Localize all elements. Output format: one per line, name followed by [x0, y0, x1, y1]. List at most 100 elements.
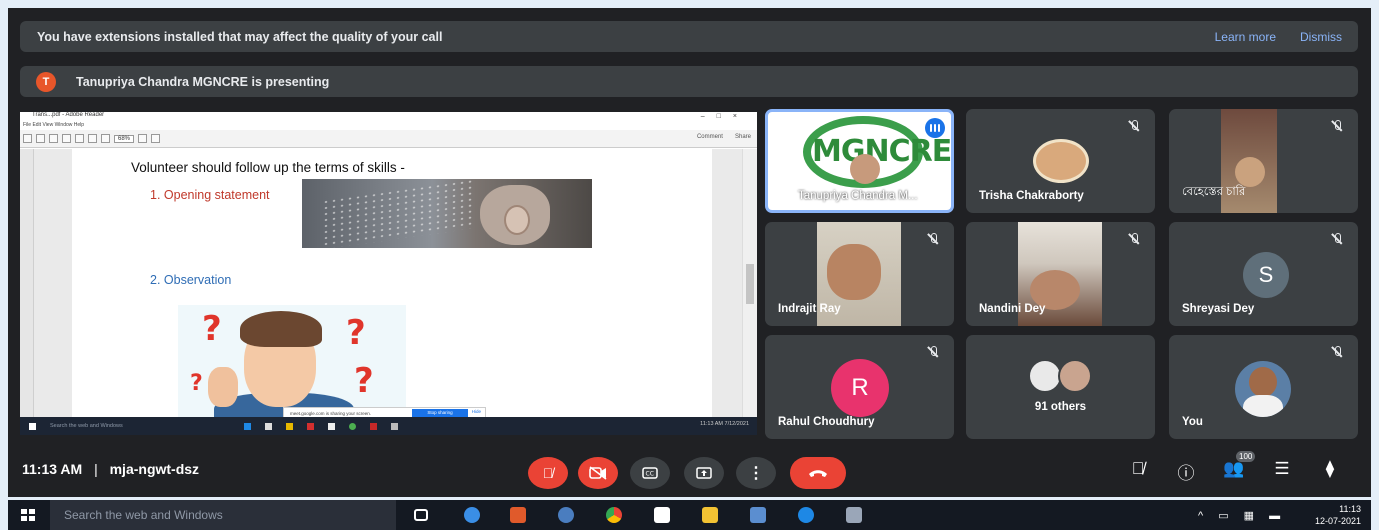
camera-toggle-button[interactable] — [578, 457, 618, 489]
meeting-time: 11:13 AM — [22, 461, 83, 477]
meeting-controls-bar: 11:13 AM | mja-ngwt-dsz 🎙̸ CC ⋮ 🎙̸ ⓘ 👥 1… — [8, 446, 1371, 497]
more-vert-icon: ⋮ — [748, 465, 764, 482]
zoom-out-icon — [88, 134, 97, 143]
file-explorer-icon[interactable] — [702, 507, 718, 523]
mic-off-icon — [1330, 345, 1344, 359]
participant-tile-trisha[interactable]: Trisha Chakraborty — [966, 109, 1155, 213]
self-avatar — [1235, 361, 1291, 417]
office-icon — [307, 422, 314, 430]
mic-off-icon — [1330, 119, 1344, 133]
captions-icon: CC — [642, 467, 658, 479]
slide-item-opening: 1. Opening statement — [150, 188, 270, 202]
hide-button: Hide — [471, 409, 481, 414]
svg-text:CC: CC — [646, 471, 654, 478]
mic-toggle-button[interactable]: 🎙̸ — [528, 457, 568, 489]
participant-name: Shreyasi Dey — [1182, 303, 1255, 315]
more-options-button[interactable]: ⋮ — [736, 457, 776, 489]
taskbar-search[interactable]: Search the web and Windows — [50, 500, 396, 530]
app-icon[interactable] — [464, 507, 480, 523]
captions-button[interactable]: CC — [630, 457, 670, 489]
task-view-icon[interactable] — [414, 509, 428, 521]
store-icon — [265, 422, 272, 430]
others-count: 91 others — [1034, 401, 1087, 413]
meeting-info: 11:13 AM | mja-ngwt-dsz — [22, 461, 200, 477]
participant-name: You — [1182, 416, 1203, 428]
fit-page-icon — [138, 134, 148, 143]
chrome-icon[interactable] — [606, 507, 622, 523]
reader-window-controls: –□× — [700, 113, 749, 120]
info-icon[interactable]: ⓘ — [1174, 459, 1198, 484]
participant-tile-shreyasi[interactable]: S Shreyasi Dey — [1169, 222, 1358, 326]
dismiss-link[interactable]: Dismiss — [1300, 30, 1342, 44]
participant-name: Indrajit Ray — [778, 303, 841, 315]
slide-item-observation: 2. Observation — [150, 273, 232, 287]
present-button[interactable] — [684, 457, 724, 489]
leave-call-button[interactable] — [790, 457, 846, 489]
start-icon[interactable] — [21, 509, 35, 521]
mic-off-icon — [1127, 119, 1141, 133]
extensions-warning-banner: You have extensions installed that may a… — [20, 21, 1358, 52]
mic-off-icon — [926, 232, 940, 246]
speaking-indicator-icon — [925, 118, 945, 138]
participant-name: বেহেস্তের চারি — [1182, 186, 1246, 198]
clock-date: 12-07-2021 — [1314, 516, 1361, 526]
reader-title-bar: Trans...pdf - Adobe Reader — [20, 112, 757, 122]
chat-icon[interactable]: ☰ — [1270, 459, 1294, 479]
edge-icon[interactable] — [798, 507, 814, 523]
mic-off-icon — [1330, 232, 1344, 246]
reader-menu-bar: File Edit View Window Help — [23, 122, 85, 128]
mute-all-icon[interactable]: 🎙̸ — [1126, 459, 1150, 479]
next-page-icon — [75, 134, 84, 143]
participant-name: Nandini Dey — [979, 303, 1046, 315]
shared-screen: Trans...pdf - Adobe Reader –□× File Edit… — [20, 112, 757, 435]
reader-scrollbar — [742, 149, 757, 417]
system-clock[interactable]: 11:13 12-07-2021 — [1315, 503, 1361, 527]
reader-comment: Comment — [696, 134, 723, 140]
participant-tile-you[interactable]: You — [1169, 335, 1358, 439]
shared-taskbar: Search the web and Windows 11:13 AM 7/12… — [20, 417, 757, 435]
participant-tile-3[interactable]: বেহেস্তের চারি — [1169, 109, 1358, 213]
others-avatar-1 — [1028, 359, 1062, 393]
app-icon — [328, 422, 335, 430]
shared-search-box: Search the web and Windows — [50, 423, 123, 429]
participant-tile-rahul[interactable]: R Rahul Choudhury — [765, 335, 954, 439]
participant-tile-others[interactable]: 91 others — [966, 335, 1155, 439]
paint-icon — [391, 422, 398, 430]
presenting-banner: T Tanupriya Chandra MGNCRE is presenting — [20, 66, 1358, 97]
participant-tile-nandini[interactable]: Nandini Dey — [966, 222, 1155, 326]
activities-icon[interactable]: ⧫ — [1318, 459, 1342, 479]
hang-up-icon — [809, 470, 827, 477]
presenter-avatar: T — [36, 71, 56, 92]
windows-icon — [29, 422, 36, 430]
system-tray-icons[interactable]: ^ ▭ ▦ ▬ — [1198, 509, 1286, 522]
edge-icon — [244, 422, 251, 430]
folder-icon — [286, 422, 293, 430]
chrome-icon — [349, 422, 356, 430]
presenting-text: Tanupriya Chandra MGNCRE is presenting — [76, 74, 330, 89]
app-icon[interactable] — [558, 507, 574, 523]
store-icon[interactable] — [654, 507, 670, 523]
avatar: R — [831, 359, 889, 417]
mgncre-logo-text: MGNCRE — [812, 134, 952, 169]
stop-sharing-button: Stop sharing — [412, 409, 468, 417]
camera-off-icon — [589, 466, 607, 480]
document-gutter-right — [712, 149, 742, 417]
meeting-code: mja-ngwt-dsz — [109, 461, 200, 477]
participant-name: Trisha Chakraborty — [979, 190, 1084, 202]
presenter-face — [850, 154, 880, 184]
slide-title: Volunteer should follow up the terms of … — [131, 160, 405, 175]
thinking-man-image: ? ? ? ? — [178, 305, 406, 417]
learn-more-link[interactable]: Learn more — [1215, 30, 1276, 44]
office-icon[interactable] — [510, 507, 526, 523]
app-icon[interactable] — [846, 507, 862, 523]
open-icon — [23, 134, 32, 143]
people-icon[interactable]: 👥 — [1222, 459, 1246, 479]
participant-tile-presenter[interactable]: MGNCRE Tanupriya Chandra M... — [765, 109, 954, 213]
extensions-warning-text: You have extensions installed that may a… — [37, 29, 443, 44]
app-icon[interactable] — [750, 507, 766, 523]
participant-tile-indrajit[interactable]: Indrajit Ray — [765, 222, 954, 326]
mic-off-icon — [1127, 232, 1141, 246]
zoom-in-icon — [101, 134, 110, 143]
zoom-level: 68% — [114, 134, 135, 143]
prev-page-icon — [62, 134, 71, 143]
